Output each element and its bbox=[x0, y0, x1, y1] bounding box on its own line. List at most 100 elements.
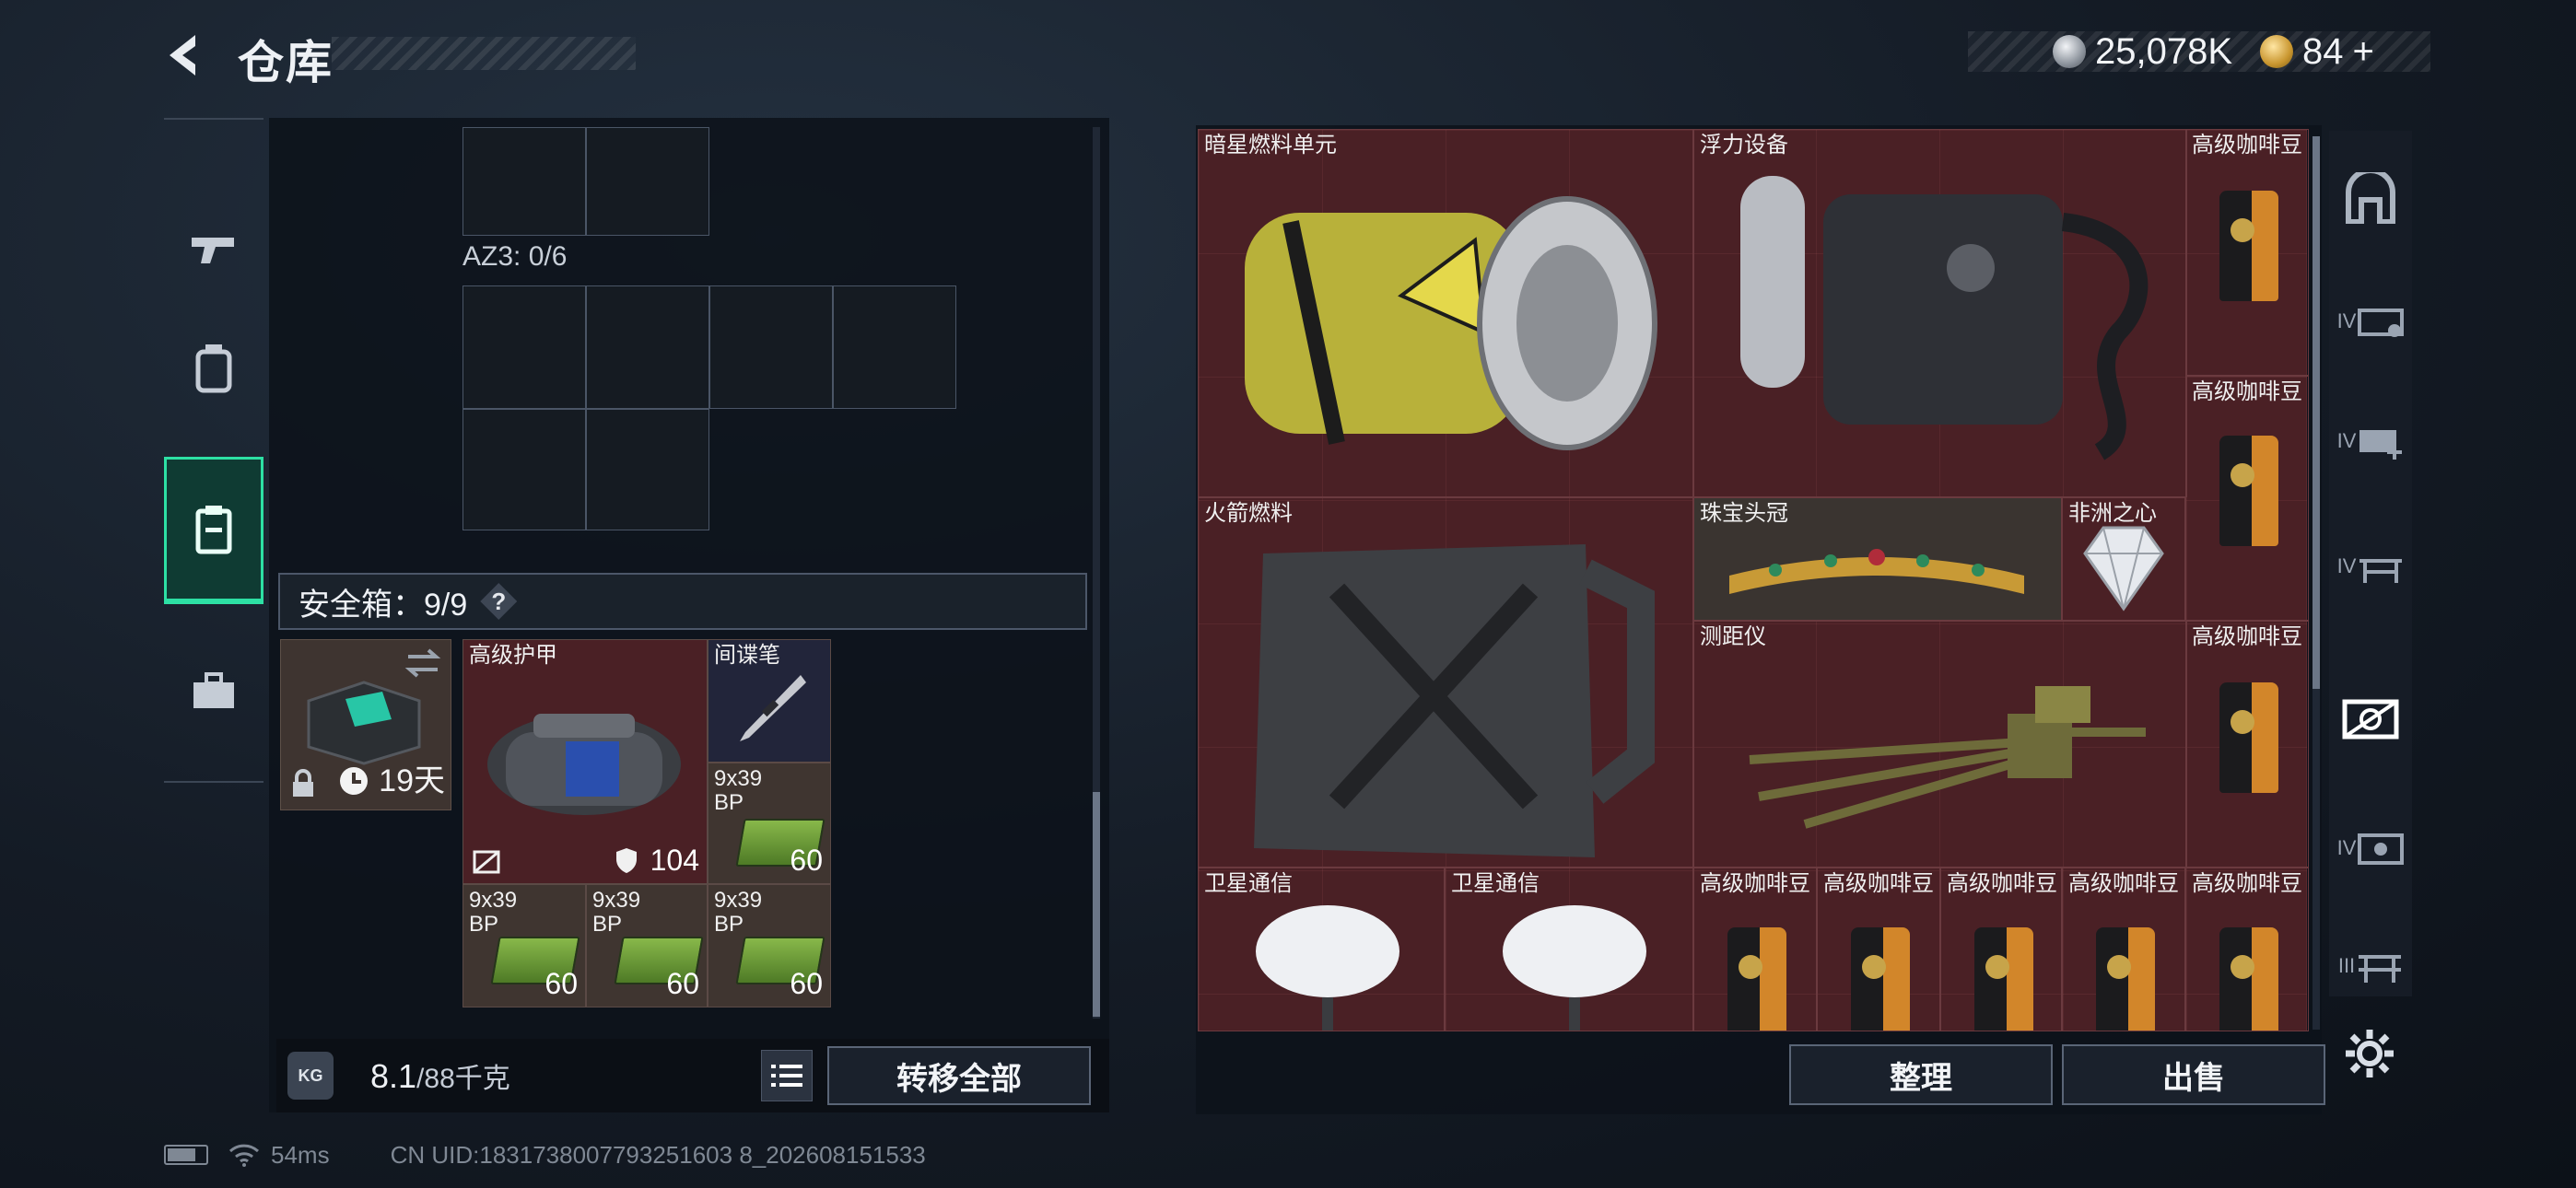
left-nav bbox=[164, 118, 263, 783]
armor-slot-icon bbox=[473, 850, 500, 874]
premium-coffee-item[interactable]: 高级咖啡豆 bbox=[2062, 868, 2185, 1031]
item-label: 高级咖啡豆 bbox=[1823, 871, 1934, 896]
ammo-count: 60 bbox=[790, 967, 823, 1000]
toolbox-icon bbox=[193, 672, 234, 708]
premium-coffee-item[interactable]: 高级咖啡豆 bbox=[2185, 621, 2309, 868]
pistol-icon bbox=[192, 238, 234, 263]
list-view-button[interactable] bbox=[761, 1050, 813, 1101]
vault-icon bbox=[2342, 699, 2399, 740]
stash-tab-4[interactable] bbox=[2329, 665, 2412, 774]
backpack-tab[interactable] bbox=[164, 295, 263, 442]
rack-icon bbox=[2359, 955, 2402, 983]
heart-of-africa-item[interactable]: 非洲之心 bbox=[2062, 497, 2185, 621]
grid-slot[interactable] bbox=[463, 127, 586, 236]
stash-tab-6[interactable]: III bbox=[2329, 912, 2412, 1020]
item-label: 9x39 BP bbox=[592, 888, 641, 937]
stash-tab-1[interactable]: IV bbox=[2329, 267, 2412, 376]
wifi-icon bbox=[228, 1144, 260, 1167]
float-device-image bbox=[1740, 176, 2149, 460]
spy-pen-item[interactable]: 间谍笔 bbox=[708, 639, 831, 763]
item-label: 高级咖啡豆 bbox=[2192, 379, 2302, 404]
silver-coin-icon bbox=[2053, 35, 2086, 68]
rocket-fuel-item[interactable]: 火箭燃料 bbox=[1198, 497, 1693, 868]
weight-current: 8.1 bbox=[370, 1057, 417, 1095]
back-button[interactable] bbox=[158, 28, 214, 83]
grid-slot[interactable] bbox=[463, 285, 586, 409]
loadout-scroll-thumb[interactable] bbox=[1093, 792, 1100, 1017]
stash-scroll-thumb[interactable] bbox=[2313, 136, 2320, 689]
status-bar: 54ms CN UID:1831738007793251603 8_202608… bbox=[164, 1136, 926, 1173]
premium-coffee-item[interactable]: 高级咖啡豆 bbox=[1817, 868, 1940, 1031]
satellite-dish-image bbox=[1503, 905, 1646, 1031]
ammo-item[interactable]: 9x39 BP 60 bbox=[586, 884, 708, 1007]
ammo-item[interactable]: 9x39 BP 60 bbox=[708, 763, 831, 884]
safe-box-days: 19天 bbox=[379, 763, 445, 798]
item-label: 高级咖啡豆 bbox=[2068, 871, 2179, 896]
grid-slot[interactable] bbox=[709, 285, 833, 409]
stash-tab-5[interactable]: IV bbox=[2329, 794, 2412, 903]
safe-icon bbox=[2358, 833, 2405, 865]
ammo-item[interactable]: 9x39 BP 60 bbox=[708, 884, 831, 1007]
float-device-item[interactable]: 浮力设备 bbox=[1693, 129, 2187, 497]
lock-icon bbox=[293, 769, 313, 797]
premium-coffee-item[interactable]: 高级咖啡豆 bbox=[2185, 868, 2309, 1031]
sort-button[interactable]: 整理 bbox=[1789, 1044, 2053, 1105]
tier-icon: IV bbox=[2336, 836, 2357, 859]
coffee-bag-image bbox=[1727, 927, 1786, 1031]
help-icon[interactable]: ? bbox=[480, 583, 518, 620]
coffee-bag-image bbox=[2219, 682, 2278, 793]
premium-coffee-item[interactable]: 高级咖啡豆 bbox=[2185, 129, 2309, 376]
durability-shield-icon bbox=[616, 848, 637, 873]
stash-tab-home[interactable] bbox=[2329, 144, 2412, 252]
list-icon bbox=[771, 1065, 802, 1087]
ammo-item[interactable]: 9x39 BP 60 bbox=[463, 884, 586, 1007]
grid-slot[interactable] bbox=[586, 409, 709, 530]
satellite-comms-item[interactable]: 卫星通信 bbox=[1198, 868, 1445, 1031]
item-label: 卫星通信 bbox=[1451, 871, 1540, 896]
gold-coin-icon bbox=[2260, 35, 2294, 68]
coffee-bag-image bbox=[2096, 927, 2155, 1031]
stash-tab-3[interactable]: IV bbox=[2329, 512, 2412, 621]
pen-image bbox=[740, 675, 806, 741]
stash-case-tab[interactable] bbox=[164, 457, 263, 604]
ammo-count: 60 bbox=[790, 844, 823, 877]
safe-box-bar: 安全箱：9/9 ? bbox=[278, 573, 1087, 630]
grid-slot[interactable] bbox=[586, 285, 709, 409]
coffee-bag-image bbox=[2219, 436, 2278, 546]
az3-capacity-label: AZ3: 0/6 bbox=[463, 241, 568, 272]
house-icon bbox=[2346, 172, 2395, 224]
grid-slot[interactable] bbox=[586, 127, 709, 236]
ammo-count: 60 bbox=[544, 967, 578, 1000]
clipboard-icon bbox=[195, 505, 232, 553]
toolbox-tab[interactable] bbox=[164, 617, 263, 764]
premium-coffee-item[interactable]: 高级咖啡豆 bbox=[2185, 376, 2309, 621]
safe-box-label: 安全箱：9/9 bbox=[299, 587, 468, 623]
tier-icon: IV bbox=[2336, 554, 2357, 577]
satellite-dish-image bbox=[1256, 905, 1399, 1031]
armor-item[interactable]: 高级护甲 104 bbox=[463, 639, 708, 884]
page-title: 仓库 bbox=[238, 37, 334, 88]
gold-amount: 84 bbox=[2302, 30, 2344, 72]
weight-icon: KG bbox=[287, 1052, 334, 1100]
weight-readout: 8.1/88千克 bbox=[370, 1055, 510, 1096]
transfer-all-button[interactable]: 转移全部 bbox=[827, 1046, 1091, 1105]
satellite-comms-item[interactable]: 卫星通信 bbox=[1445, 868, 1693, 1031]
item-label: 9x39 BP bbox=[714, 766, 763, 815]
crown-image bbox=[1729, 549, 2024, 594]
storage-icon bbox=[2358, 309, 2405, 337]
grid-slot[interactable] bbox=[833, 285, 956, 409]
dark-star-fuel-cell-item[interactable]: 暗星燃料单元 bbox=[1198, 129, 1693, 497]
jerry-can-image bbox=[1254, 544, 1655, 857]
grid-slot[interactable] bbox=[463, 409, 586, 530]
settings-button[interactable] bbox=[2340, 1024, 2399, 1083]
premium-coffee-item[interactable]: 高级咖啡豆 bbox=[1693, 868, 1817, 1031]
jeweled-crown-item[interactable]: 珠宝头冠 bbox=[1693, 497, 2062, 621]
backpack-icon bbox=[195, 344, 232, 393]
rangefinder-item[interactable]: 测距仪 bbox=[1693, 621, 2187, 868]
silver-amount: 25,078K bbox=[2095, 30, 2233, 72]
add-gold-button[interactable]: + bbox=[2353, 31, 2374, 73]
premium-coffee-item[interactable]: 高级咖啡豆 bbox=[1940, 868, 2062, 1031]
stash-tab-2[interactable]: IV bbox=[2329, 387, 2412, 495]
sell-button[interactable]: 出售 bbox=[2062, 1044, 2325, 1105]
safe-box-slot[interactable]: 19天 bbox=[280, 639, 451, 810]
